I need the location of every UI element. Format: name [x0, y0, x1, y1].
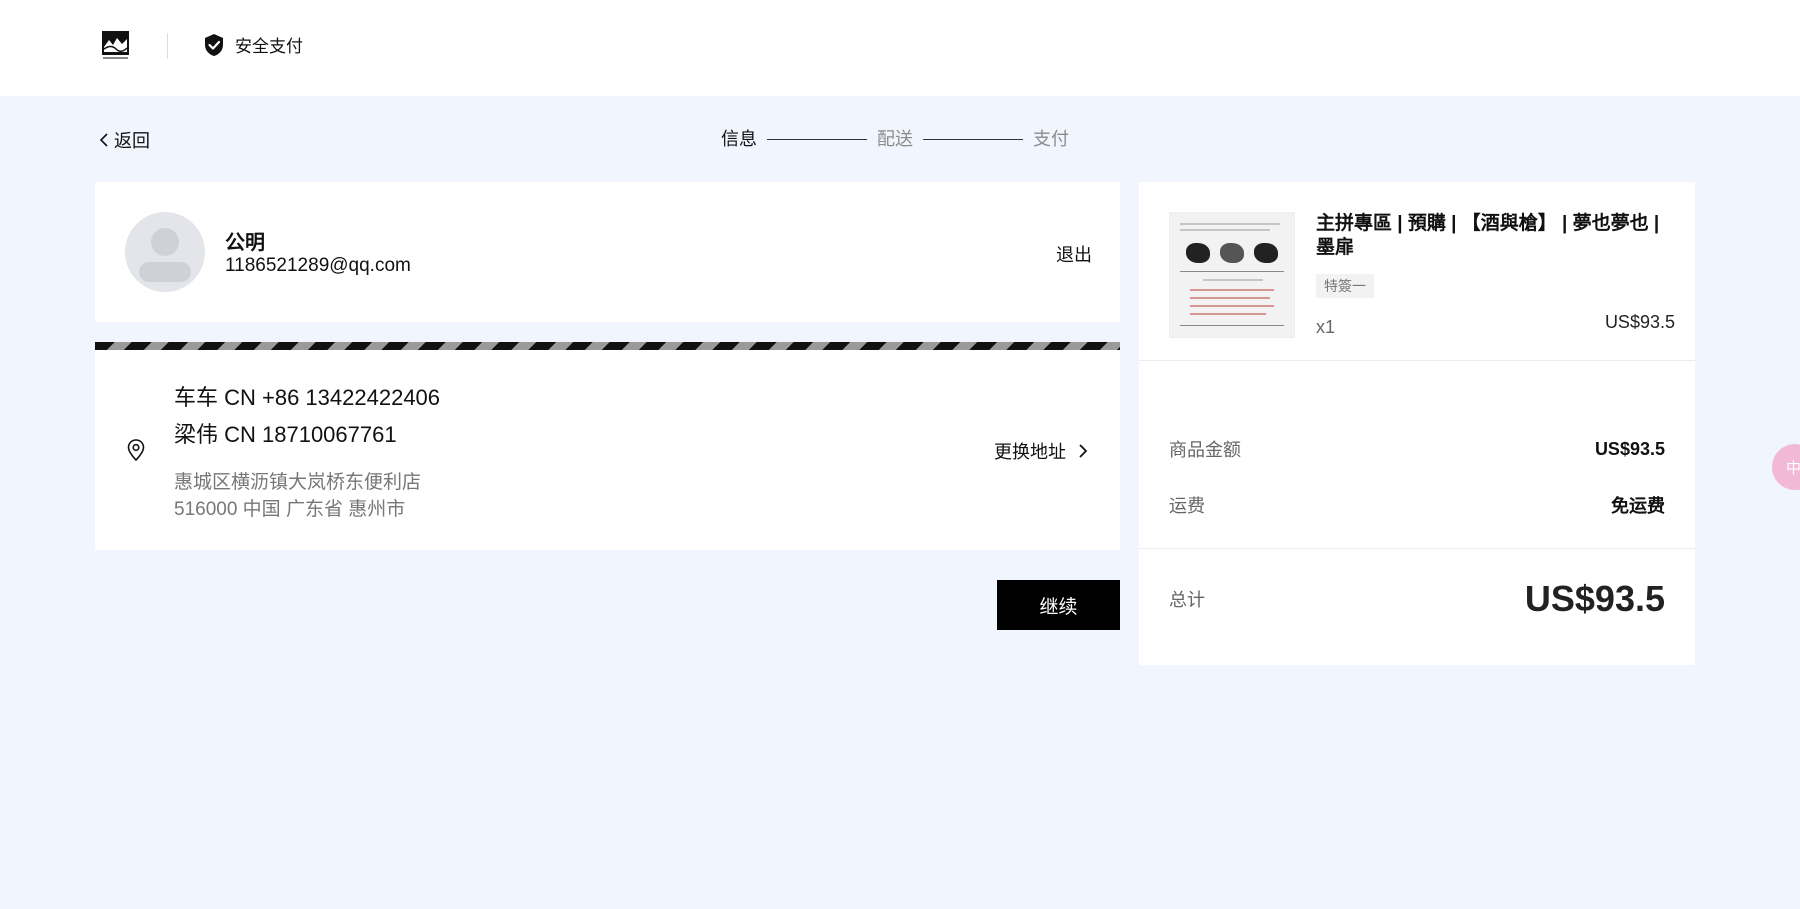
subtotal-label: 商品金额: [1169, 440, 1241, 460]
order-summary-card: 主拼專區 | 預購 | 【酒與槍】 | 夢也夢也 | 墨扉 特簽一 x1 US$…: [1139, 182, 1695, 665]
step-payment: 支付: [1033, 129, 1069, 149]
total-label: 总计: [1169, 590, 1205, 610]
step-connector: [923, 138, 1023, 140]
step-shipping: 配送: [877, 129, 913, 149]
chevron-left-icon: [99, 133, 108, 147]
product-quantity: x1: [1316, 317, 1336, 337]
product-title: 主拼專區 | 預購 | 【酒與槍】 | 夢也夢也 | 墨扉: [1316, 213, 1660, 258]
subtotal-row: 商品金额 US$93.5: [1169, 436, 1665, 462]
summary-divider: [1139, 548, 1695, 549]
shipping-label: 运费: [1169, 496, 1205, 516]
subtotal-value: US$93.5: [1594, 438, 1665, 459]
secure-payment-indicator: 安全支付: [203, 32, 303, 57]
shipping-row: 运费 免运费: [1169, 492, 1665, 518]
header-divider: [167, 33, 168, 59]
product-image[interactable]: [1169, 212, 1295, 338]
product-variant-badge: 特簽一: [1316, 274, 1374, 298]
total-value: US$93.5: [1524, 578, 1665, 619]
user-name: 公明: [225, 232, 265, 254]
summary-divider: [1139, 360, 1695, 361]
back-label: 返回: [114, 131, 150, 151]
shipping-value: 免运费: [1611, 496, 1665, 516]
change-address-label: 更换地址: [994, 442, 1066, 462]
continue-button[interactable]: 继续: [997, 580, 1120, 630]
account-card: 公明 1186521289@qq.com 退出: [95, 182, 1120, 322]
total-row: 总计 US$93.5: [1169, 574, 1665, 624]
location-pin-icon: [127, 439, 145, 462]
brand-logo[interactable]: [101, 30, 130, 61]
recipient-line-1: 车车 CN +86 13422422406: [174, 385, 441, 410]
floating-widget-label: 中: [1786, 459, 1800, 477]
recipient-line-2: 梁伟 CN 18710067761: [174, 422, 397, 447]
shipping-address-card: 车车 CN +86 13422422406 梁伟 CN 18710067761 …: [95, 342, 1120, 550]
avatar: [125, 212, 205, 292]
user-email: 1186521289@qq.com: [225, 255, 411, 276]
secure-payment-label: 安全支付: [235, 37, 303, 56]
logout-button[interactable]: 退出: [1056, 241, 1092, 267]
chevron-right-icon: [1079, 444, 1088, 458]
checkout-steps: 信息 配送 支付: [721, 127, 1069, 151]
shield-check-icon: [205, 33, 223, 56]
step-info: 信息: [721, 129, 757, 149]
back-link[interactable]: 返回: [98, 127, 150, 153]
address-region: 516000 中国 广东省 惠州市: [174, 499, 406, 520]
floating-widget-button[interactable]: 中: [1772, 444, 1800, 490]
product-price: US$93.5: [1604, 312, 1675, 332]
address-street: 惠城区横沥镇大岚桥东便利店: [174, 472, 422, 493]
step-connector: [767, 138, 867, 140]
change-address-button[interactable]: 更换地址: [994, 438, 1088, 464]
envelope-stripe: [95, 342, 1120, 350]
top-bar: 安全支付: [0, 0, 1800, 96]
